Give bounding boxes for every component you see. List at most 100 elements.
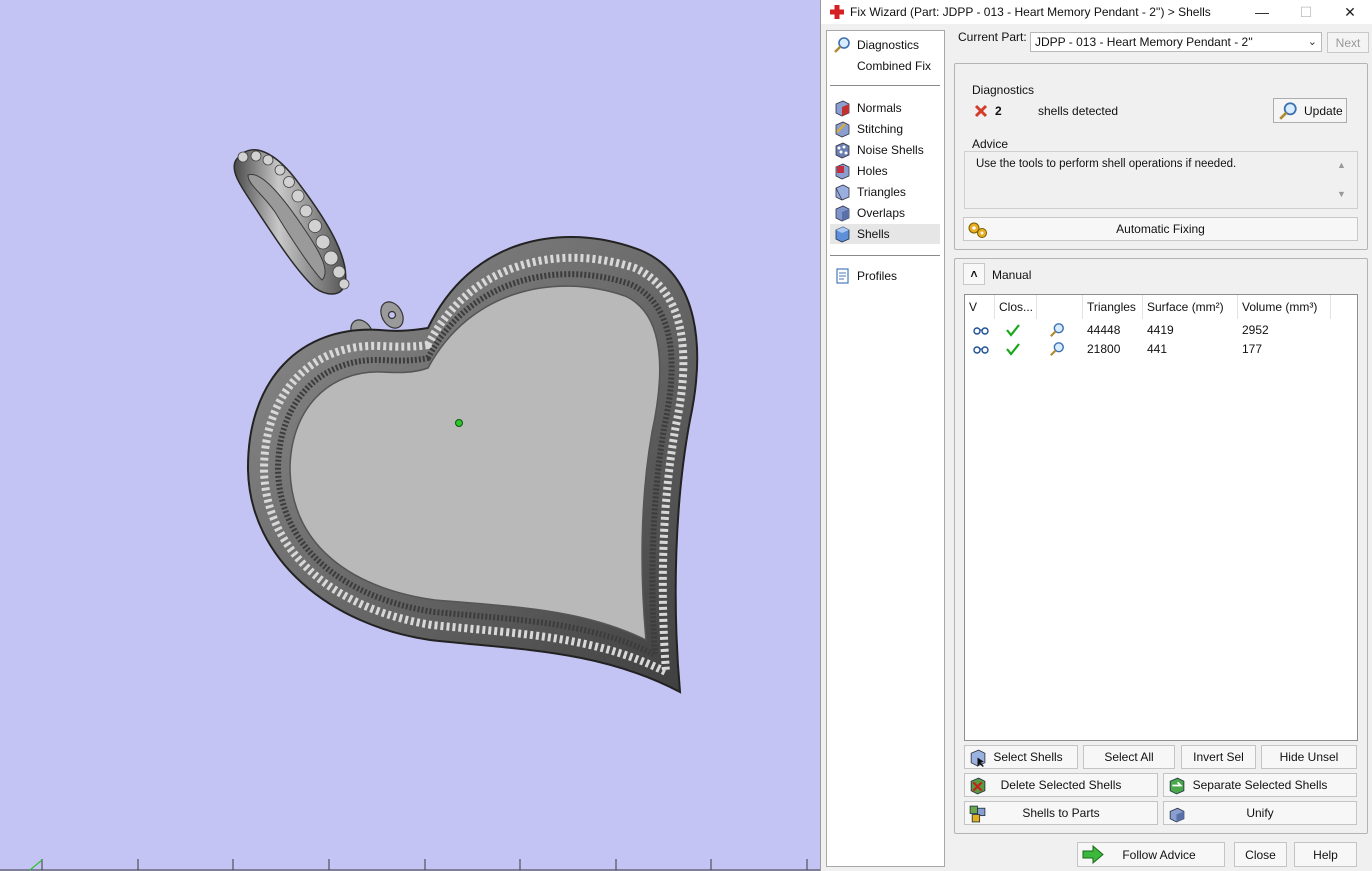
overlaps-cube-icon <box>835 205 850 222</box>
nav-divider <box>830 85 940 86</box>
select-all-label: Select All <box>1104 750 1154 764</box>
shell-count: 2 <box>995 104 1002 118</box>
error-x-icon <box>974 104 988 118</box>
unify-button[interactable]: Unify <box>1163 801 1357 825</box>
fix-category-list: Diagnostics Combined Fix Normals Stitchi… <box>826 30 945 867</box>
heart-pendant-model[interactable] <box>0 0 820 871</box>
column-header-inspect[interactable] <box>1037 295 1083 319</box>
document-icon <box>836 268 849 284</box>
column-header-visible[interactable]: V <box>965 295 995 319</box>
shells-to-parts-label: Shells to Parts <box>1022 806 1100 820</box>
nav-item-noise-shells[interactable]: Noise Shells <box>830 140 940 160</box>
triangles-cube-icon <box>835 184 850 201</box>
noise-shells-cube-icon <box>835 142 850 159</box>
current-part-select[interactable]: JDPP - 013 - Heart Memory Pendant - 2'' … <box>1030 32 1322 52</box>
separate-selected-shells-button[interactable]: Separate Selected Shells <box>1163 773 1357 797</box>
separate-selected-label: Separate Selected Shells <box>1192 778 1328 792</box>
hide-unselected-button[interactable]: Hide Unsel <box>1261 745 1357 769</box>
advice-group-label: Advice <box>972 137 1009 151</box>
inspect-shell-button[interactable] <box>1049 320 1065 339</box>
close-window-button[interactable]: ✕ <box>1327 0 1372 24</box>
help-button[interactable]: Help <box>1294 842 1357 867</box>
visibility-toggle[interactable] <box>973 339 989 358</box>
shells-to-parts-button[interactable]: Shells to Parts <box>964 801 1158 825</box>
closed-check <box>1005 320 1021 339</box>
nav-item-triangles[interactable]: Triangles <box>830 182 940 202</box>
glasses-icon <box>973 345 989 354</box>
bail-ring <box>233 149 350 295</box>
chevron-up-icon: ˄ <box>970 267 978 281</box>
magnifier-icon <box>1050 341 1064 356</box>
gears-icon <box>968 222 987 238</box>
glasses-icon <box>973 326 989 335</box>
checkmark-icon <box>1006 323 1020 337</box>
nav-item-combined-fix[interactable]: Combined Fix <box>830 56 940 76</box>
advice-text: Use the tools to perform shell operation… <box>976 158 1237 170</box>
nav-item-holes[interactable]: Holes <box>830 161 940 181</box>
close-icon: ✕ <box>1344 3 1356 20</box>
automatic-fixing-label: Automatic Fixing <box>1116 222 1205 236</box>
column-header-triangles[interactable]: Triangles <box>1083 295 1143 319</box>
delete-selected-shells-button[interactable]: Delete Selected Shells <box>964 773 1158 797</box>
shells-cube-icon <box>835 226 850 243</box>
fix-wizard-dialog: Fix Wizard (Part: JDPP - 013 - Heart Mem… <box>820 0 1372 871</box>
shells-table[interactable]: V Clos... Triangles Surface (mm²) Volume… <box>964 294 1358 741</box>
collapse-manual-button[interactable]: ˄ <box>963 263 985 285</box>
nav-item-shells[interactable]: Shells <box>830 224 940 244</box>
nav-item-profiles[interactable]: Profiles <box>830 266 940 286</box>
column-header-surface[interactable]: Surface (mm²) <box>1143 295 1238 319</box>
column-header-volume[interactable]: Volume (mm³) <box>1238 295 1331 319</box>
row-triangles: 21800 <box>1087 341 1121 356</box>
maximize-button[interactable]: ☐ <box>1283 0 1329 24</box>
checkmark-icon <box>1006 342 1020 356</box>
inspect-shell-button[interactable] <box>1049 339 1065 358</box>
row-triangles: 44448 <box>1087 322 1121 337</box>
select-shells-button[interactable]: Select Shells <box>964 745 1078 769</box>
nav-item-stitching[interactable]: Stitching <box>830 119 940 139</box>
manual-group-label: Manual <box>992 268 1032 282</box>
scroll-down-icon[interactable]: ▼ <box>1337 189 1346 199</box>
minimize-button[interactable]: — <box>1239 0 1285 24</box>
green-arrow-icon <box>1082 845 1104 864</box>
delete-selected-label: Delete Selected Shells <box>1000 778 1122 792</box>
select-shells-label: Select Shells <box>993 750 1063 764</box>
help-label: Help <box>1313 847 1338 862</box>
nav-item-label: Overlaps <box>857 206 906 220</box>
closed-check <box>1005 339 1021 358</box>
3d-viewport[interactable] <box>0 0 820 871</box>
magnifier-icon <box>1050 322 1064 337</box>
row-surface: 441 <box>1147 341 1168 356</box>
nav-item-diagnostics[interactable]: Diagnostics <box>830 35 940 55</box>
normals-cube-icon <box>835 100 850 117</box>
chevron-down-icon: ⌄ <box>1307 36 1317 48</box>
row-surface: 4419 <box>1147 322 1174 337</box>
delete-shells-icon <box>970 777 986 795</box>
close-label: Close <box>1245 847 1276 862</box>
nav-item-label: Profiles <box>857 269 898 283</box>
magnifier-icon <box>1279 101 1297 120</box>
scroll-up-icon[interactable]: ▲ <box>1337 160 1346 170</box>
stitching-cube-icon <box>835 121 850 138</box>
nav-item-label: Triangles <box>857 185 906 199</box>
automatic-fixing-button[interactable]: Automatic Fixing <box>963 217 1358 241</box>
nav-item-normals[interactable]: Normals <box>830 98 940 118</box>
next-button[interactable]: Next <box>1327 32 1369 53</box>
column-header-closed[interactable]: Clos... <box>995 295 1037 319</box>
nav-item-label: Combined Fix <box>857 59 932 73</box>
follow-advice-button[interactable]: Follow Advice <box>1077 842 1225 867</box>
visibility-toggle[interactable] <box>973 320 989 339</box>
pivot-point <box>455 419 463 427</box>
holes-cube-icon <box>835 163 850 180</box>
nav-item-label: Diagnostics <box>857 38 920 52</box>
title-bar[interactable]: Fix Wizard (Part: JDPP - 013 - Heart Mem… <box>821 0 1372 24</box>
select-shells-icon <box>970 749 986 767</box>
update-button[interactable]: Update <box>1273 98 1347 123</box>
nav-divider <box>830 255 940 256</box>
unify-label: Unify <box>1246 806 1274 820</box>
nav-item-overlaps[interactable]: Overlaps <box>830 203 940 223</box>
invert-selection-button[interactable]: Invert Sel <box>1181 745 1256 769</box>
select-all-button[interactable]: Select All <box>1083 745 1175 769</box>
unify-icon <box>1169 807 1185 823</box>
row-volume: 177 <box>1242 341 1263 356</box>
close-button[interactable]: Close <box>1234 842 1287 867</box>
